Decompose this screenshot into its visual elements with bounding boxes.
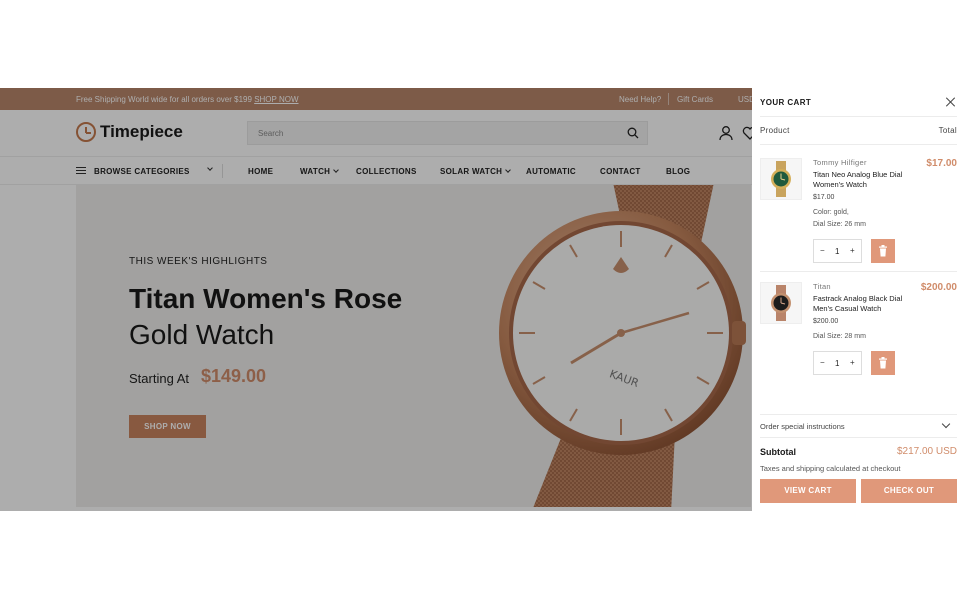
cart-divider xyxy=(760,116,957,117)
cart-divider xyxy=(760,414,957,415)
black-watch-thumbnail-icon xyxy=(771,285,791,321)
product-option: Color: gold, xyxy=(813,209,849,216)
cart-line-item: Tommy Hilfiger Titan Neo Analog Blue Dia… xyxy=(760,158,957,268)
close-icon[interactable] xyxy=(945,96,957,108)
quantity-stepper: − 1 + xyxy=(813,351,862,375)
cart-line-item: Titan Fastrack Analog Black Dial Men's C… xyxy=(760,282,957,378)
quantity-value[interactable]: 1 xyxy=(835,247,839,256)
quantity-increase-button[interactable]: + xyxy=(850,246,855,255)
column-header-total: Total xyxy=(938,126,957,135)
product-vendor: Tommy Hilfiger xyxy=(813,158,867,167)
line-price: $17.00 xyxy=(926,158,957,169)
cart-divider xyxy=(760,271,957,272)
tax-note: Taxes and shipping calculated at checkou… xyxy=(760,464,901,473)
product-unit-price: $200.00 xyxy=(813,318,839,325)
product-option: Dial Size: 28 mm xyxy=(813,333,866,340)
product-unit-price: $17.00 xyxy=(813,194,835,201)
quantity-decrease-button[interactable]: − xyxy=(820,358,825,367)
chevron-down-icon[interactable] xyxy=(941,419,951,429)
cart-divider xyxy=(760,144,957,145)
gold-watch-thumbnail-icon xyxy=(771,161,791,197)
quantity-stepper: − 1 + xyxy=(813,239,862,263)
quantity-value[interactable]: 1 xyxy=(835,359,839,368)
cart-divider xyxy=(760,437,957,438)
product-thumbnail[interactable] xyxy=(760,282,802,324)
subtotal-value: $217.00 USD xyxy=(896,446,957,457)
product-thumbnail[interactable] xyxy=(760,158,802,200)
modal-overlay[interactable] xyxy=(0,88,752,511)
quantity-increase-button[interactable]: + xyxy=(850,358,855,367)
product-name-link[interactable]: Titan Neo Analog Blue Dial Women's Watch xyxy=(813,170,913,190)
product-name-link[interactable]: Fastrack Analog Black Dial Men's Casual … xyxy=(813,294,913,314)
subtotal-label: Subtotal xyxy=(760,447,796,457)
checkout-button[interactable]: CHECK OUT xyxy=(861,479,957,503)
remove-item-button[interactable] xyxy=(871,351,895,375)
column-header-product: Product xyxy=(760,126,790,135)
product-option: Dial Size: 26 mm xyxy=(813,221,866,228)
view-cart-button[interactable]: VIEW CART xyxy=(760,479,856,503)
cart-title: YOUR CART xyxy=(760,98,812,107)
line-price: $200.00 xyxy=(920,282,957,293)
cart-drawer: YOUR CART Product Total Tommy Hilfiger T… xyxy=(752,88,965,511)
browser-viewport: Free Shipping World wide for all orders … xyxy=(0,88,965,511)
quantity-decrease-button[interactable]: − xyxy=(820,246,825,255)
order-instructions-toggle[interactable]: Order special instructions xyxy=(760,422,845,431)
remove-item-button[interactable] xyxy=(871,239,895,263)
product-vendor: Titan xyxy=(813,282,831,291)
trash-icon xyxy=(879,357,887,369)
trash-icon xyxy=(879,245,887,257)
